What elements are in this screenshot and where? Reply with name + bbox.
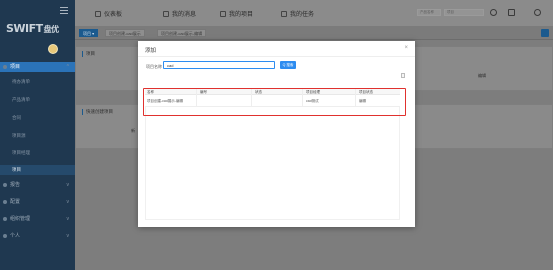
edit-column-header: 编辑 [478,73,486,78]
column-divider [302,89,303,107]
tabs-menu-button[interactable] [541,29,549,37]
project-icon [220,11,226,17]
dashboard-icon [95,11,101,17]
user-icon [3,234,7,238]
sidebar-sub-todo[interactable]: 待办清单 [0,77,75,87]
settings-icon[interactable] [534,9,541,16]
sidebar-item-project[interactable]: 项目 ^ [0,62,75,72]
cell-manager: cad测试 [306,99,319,103]
new-button[interactable]: 新 [131,128,135,134]
table-empty-area [145,107,400,220]
task-icon [281,11,287,17]
panel-title: 快速创建项目 [82,109,113,115]
sidebar-item-personal[interactable]: 个人 v [0,231,75,241]
message-icon [163,11,169,17]
sidebar-sub-products[interactable]: 产品清单 [0,95,75,105]
chevron-up-icon: ^ [66,64,69,70]
sidebar-sub-manager[interactable]: 项目经理 [0,148,75,158]
fullscreen-icon[interactable] [508,9,515,16]
divider [138,56,415,57]
results-table: 名称 编号 状态 项目经理 项目状态 项目创建-cad展示-编辑 cad测试 编… [145,89,400,107]
avatar[interactable] [48,44,58,54]
sidebar-sub-project[interactable]: 项目 [0,165,75,175]
add-dialog: 添加 × 项目名称 Q 搜索 名称 编号 状态 项目经理 项目状态 项目创建-c… [138,41,415,227]
column-divider [355,89,356,107]
chevron-down-icon: v [66,199,70,205]
search-button[interactable]: Q 搜索 [280,61,296,69]
tab-project-cad-edit[interactable]: 项目创建-cad展示-编辑 [157,29,207,37]
project-icon [3,65,7,69]
sidebar-sub-contract[interactable]: 合同 [0,113,75,123]
nav-messages[interactable]: 我的消息 [163,9,196,18]
close-icon[interactable]: × [404,45,408,51]
product-select[interactable]: 产品名称 [417,9,441,16]
sidebar: SWIFT盘优 项目 ^ 待办清单 产品清单 合同 项目源 项目经理 项目 报告… [0,0,75,270]
cell-name: 项目创建-cad展示-编辑 [147,99,183,103]
columns-toggle-icon[interactable] [401,73,405,78]
tabs-bar: 项目 ▾ 项目创建-cad展示 项目创建-cad展示-编辑 [75,26,553,40]
panel-title: 项目 [82,51,95,57]
top-header: 仪表板 我的消息 我的项目 我的任务 产品名称 项目 [75,0,553,26]
sidebar-item-org[interactable]: 组织管理 v [0,214,75,224]
search-input[interactable] [163,61,275,69]
project-select[interactable]: 项目 [444,9,484,16]
org-icon [3,217,7,221]
config-icon [3,200,7,204]
app-logo: SWIFT盘优 [6,22,59,35]
nav-dashboard[interactable]: 仪表板 [95,9,122,18]
nav-my-tasks[interactable]: 我的任务 [281,9,314,18]
tab-home[interactable]: 项目 ▾ [79,29,99,37]
sidebar-item-report[interactable]: 报告 v [0,180,75,190]
search-label: 项目名称 [146,64,162,69]
chevron-down-icon: v [66,216,70,222]
chevron-down-icon: v [66,233,70,239]
sidebar-sub-source[interactable]: 项目源 [0,131,75,141]
column-divider [196,89,197,107]
cell-project-status: 编辑 [359,99,366,103]
report-icon [3,183,7,187]
tab-project-cad[interactable]: 项目创建-cad展示 [105,29,145,37]
chevron-down-icon: v [66,182,70,188]
sidebar-item-config[interactable]: 配置 v [0,197,75,207]
nav-my-projects[interactable]: 我的项目 [220,9,253,18]
dialog-title: 添加 [145,48,157,54]
menu-icon[interactable] [60,7,68,14]
table-row[interactable]: 项目创建-cad展示-编辑 cad测试 编辑 [145,95,400,107]
column-divider [251,89,252,107]
search-icon[interactable] [490,9,497,16]
